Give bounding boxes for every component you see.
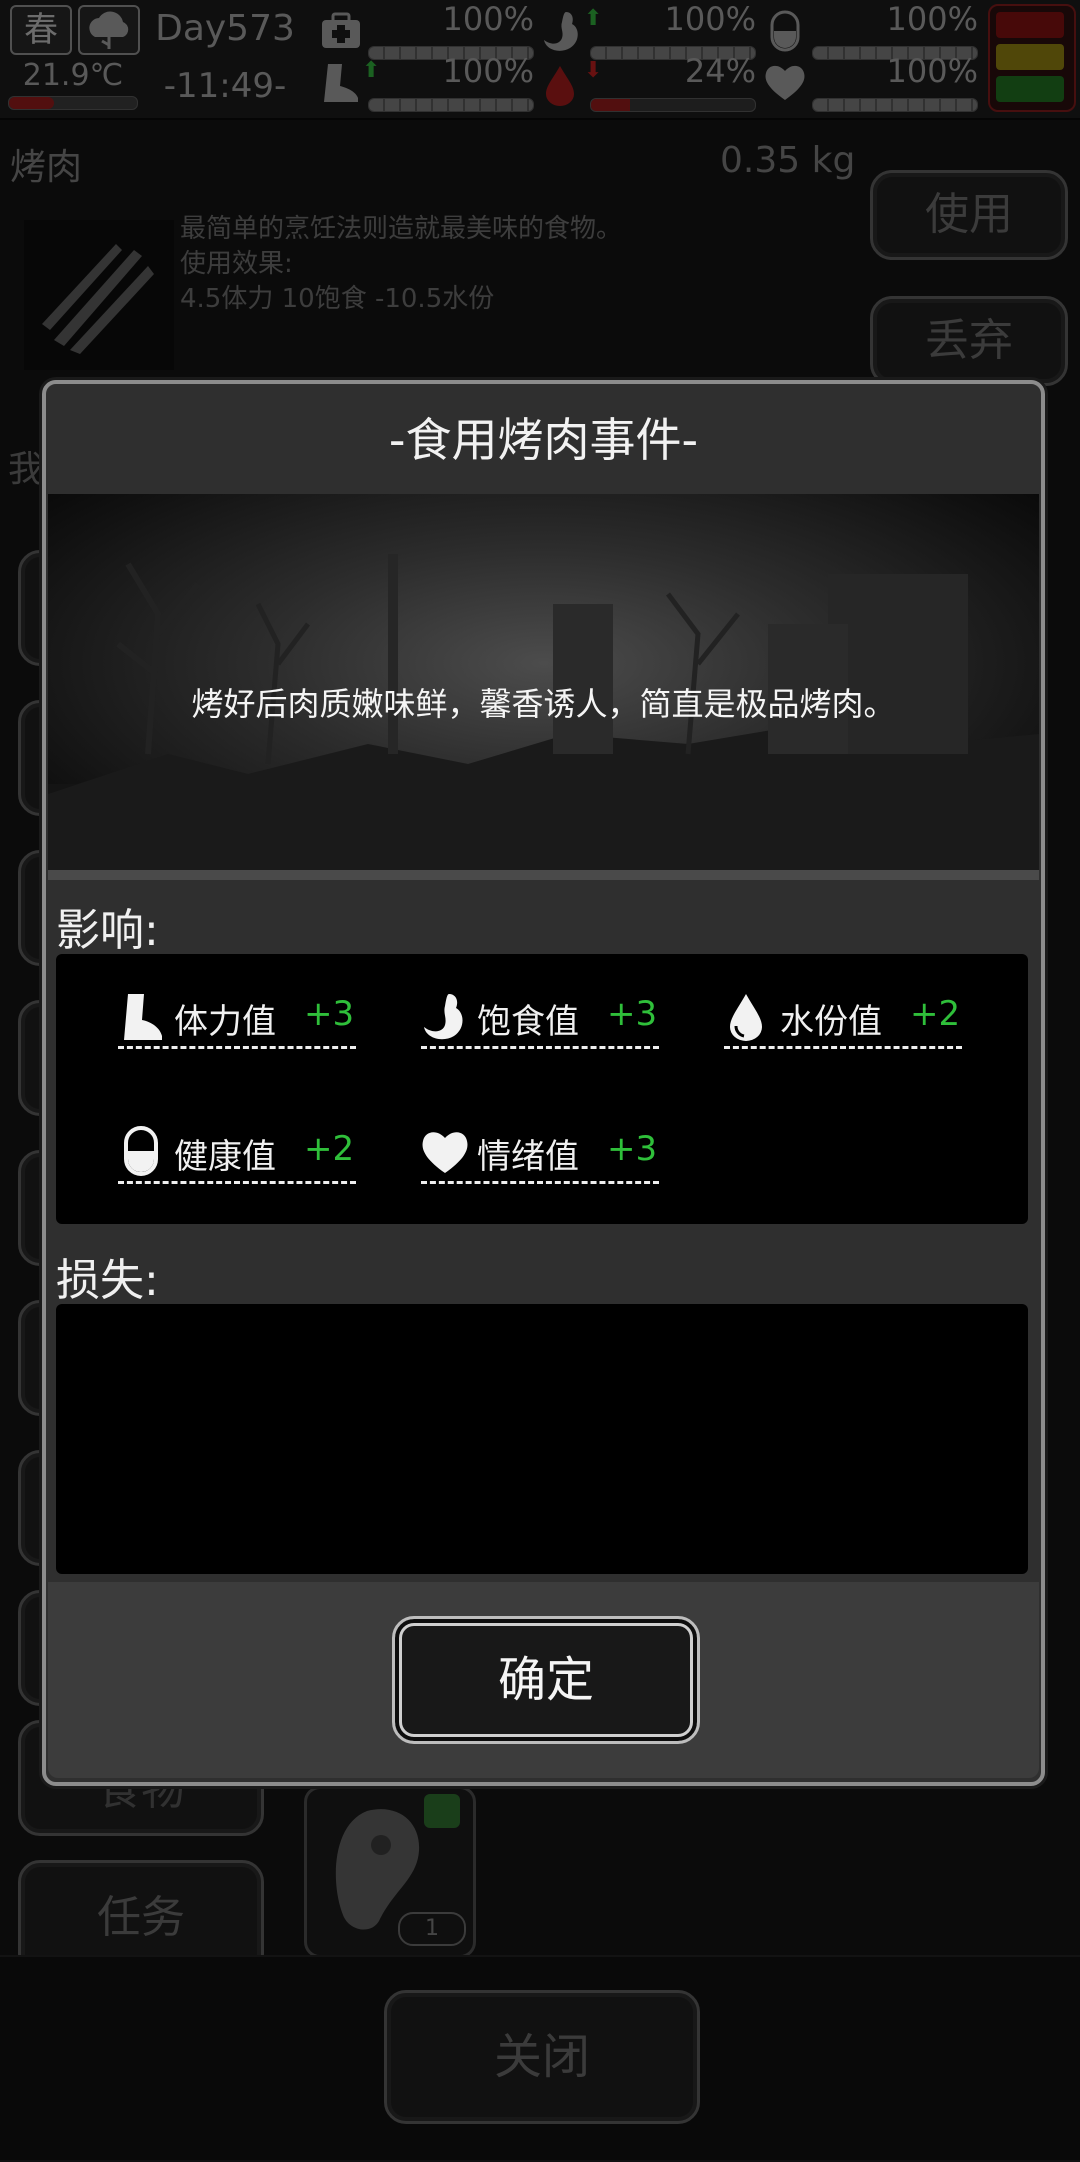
effect-mood: 情绪值 +3 <box>419 1119 659 1189</box>
dashed-underline <box>421 1181 659 1184</box>
effect-name: 饱食值 <box>477 1002 579 1042</box>
dashed-underline <box>724 1046 962 1049</box>
effect-name: 情绪值 <box>477 1137 579 1177</box>
event-dialog: -食用烤肉事件- 烤好后肉质嫩味鲜，馨香诱人，简直是极品烤肉。 影响: 体力值 … <box>42 380 1045 1786</box>
effect-stamina: 体力值 +3 <box>116 984 356 1054</box>
confirm-button[interactable]: 确定 <box>392 1616 700 1744</box>
effect-value: +3 <box>304 994 355 1034</box>
dashed-underline <box>118 1046 356 1049</box>
effect-value: +3 <box>607 994 658 1034</box>
effect-value: +2 <box>910 994 961 1034</box>
effect-health: 健康值 +2 <box>116 1119 356 1189</box>
dashed-underline <box>118 1181 356 1184</box>
water-drop-icon <box>722 990 774 1044</box>
pill-icon <box>116 1125 168 1179</box>
effect-water: 水份值 +2 <box>722 984 962 1054</box>
losses-panel <box>56 1304 1028 1574</box>
effect-hunger: 饱食值 +3 <box>419 984 659 1054</box>
effect-name: 水份值 <box>780 1002 882 1042</box>
effects-panel: 体力值 +3 饱食值 +3 水份值 +2 健康值 +2 情绪值 +3 <box>56 954 1028 1224</box>
effect-value: +3 <box>607 1129 658 1169</box>
effects-heading: 影响: <box>56 905 159 956</box>
effect-name: 体力值 <box>174 1002 276 1042</box>
effect-value: +2 <box>304 1129 355 1169</box>
event-description: 烤好后肉质嫩味鲜，馨香诱人，简直是极品烤肉。 <box>191 685 896 723</box>
divider <box>48 870 1039 880</box>
dialog-title: -食用烤肉事件- <box>388 413 699 467</box>
dashed-underline <box>421 1046 659 1049</box>
losses-heading: 损失: <box>56 1255 159 1306</box>
stomach-icon <box>419 990 471 1044</box>
boot-icon <box>116 990 168 1044</box>
scene-image: 烤好后肉质嫩味鲜，馨香诱人，简直是极品烤肉。 <box>48 494 1039 870</box>
effect-name: 健康值 <box>174 1137 276 1177</box>
heart-icon <box>419 1125 471 1179</box>
